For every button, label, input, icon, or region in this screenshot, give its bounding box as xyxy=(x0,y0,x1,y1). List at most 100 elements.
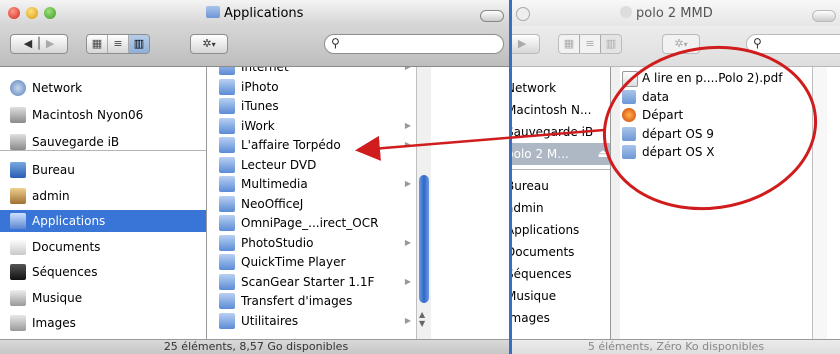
file-item[interactable]: Lecteur DVD xyxy=(207,155,429,175)
toolbar-toggle-button[interactable] xyxy=(812,10,836,22)
title-bar[interactable]: polo 2 MMD xyxy=(512,0,840,26)
file-item[interactable]: L'affaire Torpédo ▶ xyxy=(207,135,429,155)
sidebar-item-device[interactable]: Macintosh Nyon06 xyxy=(0,104,206,126)
movies-icon xyxy=(10,264,26,280)
applications-icon xyxy=(10,213,26,229)
file-item[interactable]: Transfert d'images xyxy=(207,291,429,311)
disk-icon xyxy=(620,6,632,18)
column-scrollbar[interactable]: ▲ ▼ xyxy=(416,67,431,340)
application-icon xyxy=(219,176,235,192)
file-item[interactable]: A lire en p....Polo 2).pdf xyxy=(620,69,840,88)
sidebar-item-device[interactable]: Network xyxy=(0,77,206,99)
view-switcher[interactable]: ▦ ≡ ▥ xyxy=(558,34,622,54)
sidebar-separator xyxy=(0,150,206,151)
gear-icon: ✲ xyxy=(674,37,684,50)
file-label: iTunes xyxy=(241,99,279,113)
file-label: départ OS 9 xyxy=(642,126,714,141)
file-item[interactable]: QuickTime Player xyxy=(207,252,429,272)
sidebar-item-place[interactable]: Images xyxy=(512,307,610,329)
sidebar-item-label: Bureau xyxy=(32,163,75,177)
sidebar-item-label: Macintosh Nyon06 xyxy=(32,108,144,122)
column-scrollbar[interactable] xyxy=(812,67,827,340)
file-item[interactable]: départ OS 9▶ xyxy=(620,125,840,144)
file-item[interactable]: OmniPage_...irect_OCR xyxy=(207,213,429,233)
title-bar[interactable]: Applications xyxy=(0,0,512,26)
application-icon xyxy=(219,67,235,75)
window-title: polo 2 MMD xyxy=(620,6,713,21)
search-input[interactable]: ⚲ xyxy=(746,34,840,54)
hard-disk-icon xyxy=(10,134,26,150)
scroll-arrows-icon[interactable]: ▲ ▼ xyxy=(419,310,425,328)
sidebar-item-place[interactable]: admin xyxy=(512,197,610,219)
icon-view-icon[interactable]: ▦ xyxy=(559,35,580,53)
action-menu-button[interactable]: ✲▾ xyxy=(190,34,228,54)
toolbar-toggle-button[interactable] xyxy=(480,10,504,22)
sidebar-item-documents[interactable]: Documents xyxy=(0,236,206,258)
sidebar-item-place[interactable]: Séquences xyxy=(512,263,610,285)
sidebar-item-musique[interactable]: Musique xyxy=(0,287,206,309)
file-item[interactable]: Départ xyxy=(620,106,840,125)
sidebar-item-label: Séquences xyxy=(32,265,98,279)
action-menu-button[interactable]: ✲▾ xyxy=(662,34,700,54)
sidebar-item-admin[interactable]: admin xyxy=(0,185,206,207)
file-item[interactable]: Utilitaires ▶ xyxy=(207,311,429,331)
column-view-icon[interactable]: ▥ xyxy=(129,35,149,53)
file-label: data xyxy=(642,89,670,104)
forward-arrow-icon[interactable]: ▶ xyxy=(518,37,526,50)
sidebar-item-place[interactable]: Documents xyxy=(512,241,610,263)
sidebar-item-device[interactable]: Network xyxy=(512,77,610,99)
eject-icon[interactable]: ⏏ xyxy=(598,143,608,165)
sidebar-item-applications[interactable]: Applications xyxy=(0,210,206,232)
file-item[interactable]: data xyxy=(620,88,840,107)
sidebar-item-place[interactable]: Bureau xyxy=(512,175,610,197)
application-icon xyxy=(219,312,235,329)
close-window-button[interactable] xyxy=(8,7,20,19)
file-item[interactable]: PhotoStudio ▶ xyxy=(207,233,429,253)
sidebar-item-images[interactable]: Images xyxy=(0,312,206,334)
view-switcher[interactable]: ▦ ≡ ▥ xyxy=(86,34,150,54)
sidebar-item-label: admin xyxy=(512,201,544,215)
application-icon xyxy=(219,156,235,173)
file-item[interactable]: ScanGear Starter 1.1F ▶ xyxy=(207,272,429,292)
column-view-icon[interactable]: ▥ xyxy=(601,35,621,53)
sidebar-item-device[interactable]: Macintosh N... xyxy=(512,99,610,121)
disclosure-arrow-icon: ▶ xyxy=(404,315,411,325)
zoom-window-button[interactable] xyxy=(44,7,56,19)
icon-view-icon[interactable]: ▦ xyxy=(87,35,108,53)
sidebar-item-device[interactable]: Sauvegarde iB xyxy=(512,121,610,143)
back-arrow-icon[interactable]: ◀ xyxy=(24,37,32,50)
sidebar-item-label: Documents xyxy=(512,245,575,259)
file-item[interactable]: départ OS X▶ xyxy=(620,143,840,162)
file-item[interactable]: iWork ▶ xyxy=(207,116,429,136)
sidebar-item-séquences[interactable]: Séquences xyxy=(0,261,206,283)
sidebar-item-label: Applications xyxy=(512,223,580,237)
back-forward-buttons[interactable]: ◀ │ ▶ xyxy=(512,34,540,54)
file-item[interactable]: NeoOfficeJ xyxy=(207,194,429,214)
file-item[interactable]: Internet ▶ xyxy=(207,67,429,77)
search-input[interactable]: ⚲ xyxy=(324,34,504,54)
sidebar-item-label: Sauvegarde iB xyxy=(512,125,594,139)
chevron-down-icon: ▾ xyxy=(211,40,216,49)
application-icon xyxy=(219,293,235,309)
application-icon xyxy=(219,117,235,134)
list-view-icon[interactable]: ≡ xyxy=(580,35,601,53)
close-window-button[interactable] xyxy=(516,7,530,21)
file-item[interactable]: iTunes xyxy=(207,96,429,116)
sidebar-item-device[interactable]: polo 2 M... ⏏ xyxy=(512,143,610,165)
scroll-thumb[interactable] xyxy=(419,175,429,303)
file-item[interactable]: iPhoto xyxy=(207,77,429,97)
documents-icon xyxy=(10,238,26,255)
status-bar: 25 éléments, 8,57 Go disponibles xyxy=(0,339,512,354)
disclosure-arrow-icon: ▶ xyxy=(404,140,411,149)
application-icon xyxy=(219,215,235,231)
list-view-icon[interactable]: ≡ xyxy=(108,35,129,53)
forward-arrow-icon[interactable]: ▶ xyxy=(46,37,54,50)
back-forward-buttons[interactable]: ◀ │ ▶ xyxy=(10,34,68,54)
search-icon: ⚲ xyxy=(753,36,762,50)
sidebar-item-bureau[interactable]: Bureau xyxy=(0,159,206,181)
sidebar-item-place[interactable]: Musique xyxy=(512,285,610,307)
file-label: Utilitaires xyxy=(241,313,299,328)
file-item[interactable]: Multimedia ▶ xyxy=(207,174,429,194)
sidebar-item-place[interactable]: Applications xyxy=(512,219,610,241)
minimize-window-button[interactable] xyxy=(26,7,38,19)
